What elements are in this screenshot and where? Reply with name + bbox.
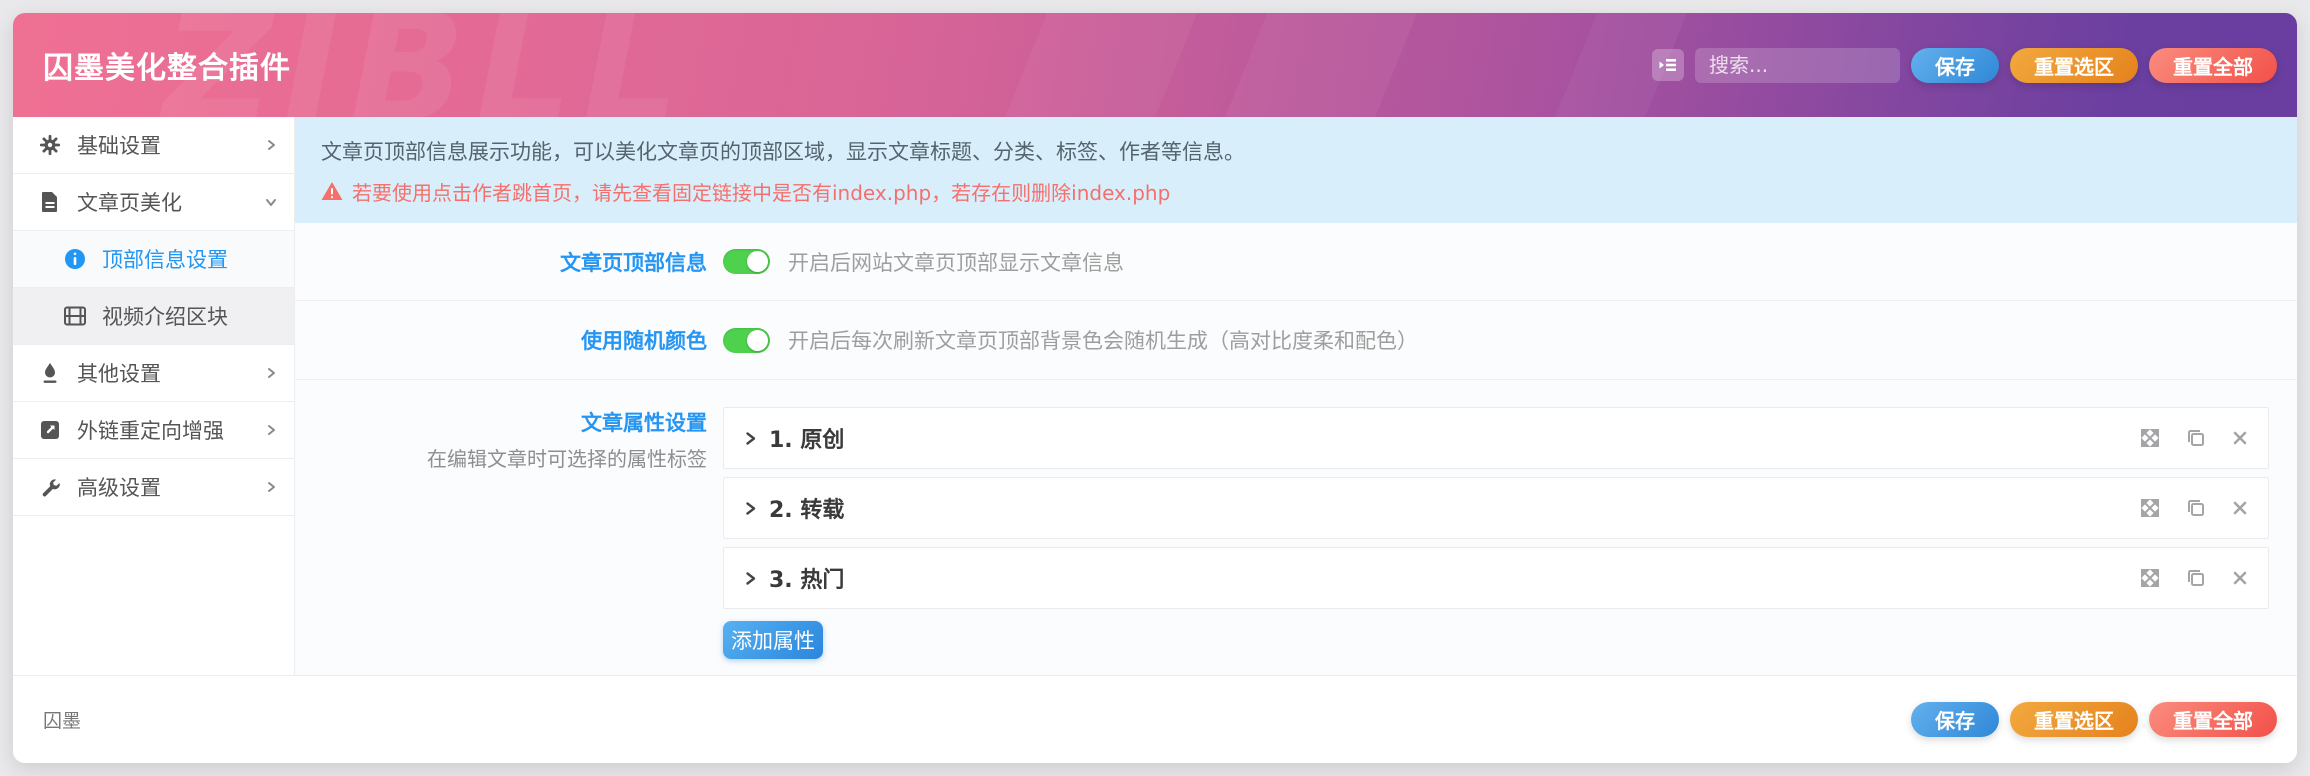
setting-sublabel: 在编辑文章时可选择的属性标签 — [295, 443, 707, 472]
sidebar-item-label: 其他设置 — [77, 358, 161, 388]
setting-row-random-color: 使用随机颜色 开启后每次刷新文章页顶部背景色会随机生成（高对比度柔和配色） — [295, 301, 2297, 380]
setting-label: 文章页顶部信息 — [295, 247, 707, 277]
save-button[interactable]: 保存 — [1911, 48, 1999, 83]
random-color-toggle[interactable] — [723, 328, 770, 353]
plugin-settings-window: ZIBLL 囚墨美化整合插件 保存 重置选区 重置全部 — [13, 13, 2297, 763]
setting-description: 开启后每次刷新文章页顶部背景色会随机生成（高对比度柔和配色） — [788, 325, 1418, 355]
setting-row-article-top-info: 文章页顶部信息 开启后网站文章页顶部显示文章信息 — [295, 223, 2297, 301]
footer-save-button[interactable]: 保存 — [1911, 702, 1999, 737]
sidebar-item-label: 高级设置 — [77, 472, 161, 502]
setting-label: 文章属性设置 在编辑文章时可选择的属性标签 — [295, 407, 707, 472]
reset-selection-button[interactable]: 重置选区 — [2010, 48, 2138, 83]
banner-info-text: 文章页顶部信息展示功能，可以美化文章页的顶部区域，显示文章标题、分类、标签、作者… — [321, 137, 2297, 169]
sidebar-item-label: 文章页美化 — [77, 187, 182, 217]
toggle-knob — [747, 330, 768, 351]
film-icon — [63, 306, 87, 326]
search-input[interactable] — [1695, 48, 1900, 83]
sidebar-item-basic-settings[interactable]: 基础设置 — [13, 117, 294, 174]
sidebar-item-label: 视频介绍区块 — [102, 301, 228, 331]
footer-brand: 囚墨 — [43, 706, 81, 733]
attribute-panel: 1. 原创 — [723, 407, 2269, 469]
toggle-knob — [747, 251, 768, 272]
attribute-panels: 1. 原创 — [723, 407, 2297, 659]
info-banner: 文章页顶部信息展示功能，可以美化文章页的顶部区域，显示文章标题、分类、标签、作者… — [295, 117, 2297, 223]
decor-stripe — [1211, 13, 1426, 117]
close-icon[interactable] — [2232, 430, 2248, 446]
add-attribute-button[interactable]: 添加属性 — [723, 621, 823, 659]
sidebar-item-top-info-settings[interactable]: 顶部信息设置 — [13, 231, 294, 288]
chevron-right-icon — [264, 423, 278, 437]
sidebar-item-video-intro-block[interactable]: 视频介绍区块 — [13, 288, 294, 345]
chevron-down-icon — [264, 195, 278, 209]
move-icon[interactable] — [2140, 568, 2160, 588]
gear-icon — [38, 134, 62, 156]
panel-title: 3. 热门 — [769, 562, 844, 594]
chevron-right-icon — [264, 366, 278, 380]
main-area: 基础设置 文章页美化 — [13, 117, 2297, 675]
page-title: 囚墨美化整合插件 — [43, 43, 291, 87]
info-icon — [63, 248, 87, 270]
content-spacer — [295, 659, 2297, 675]
close-icon[interactable] — [2232, 500, 2248, 516]
sidebar-item-article-page-beautify[interactable]: 文章页美化 — [13, 174, 294, 231]
wrench-icon — [38, 477, 62, 498]
decor-stripe — [991, 13, 1206, 117]
copy-icon[interactable] — [2186, 498, 2206, 518]
close-icon[interactable] — [2232, 570, 2248, 586]
settings-content: 文章页顶部信息展示功能，可以美化文章页的顶部区域，显示文章标题、分类、标签、作者… — [295, 117, 2297, 675]
chevron-right-icon — [744, 501, 757, 516]
file-icon — [38, 191, 62, 213]
attribute-panel: 3. 热门 — [723, 547, 2269, 609]
warning-icon — [321, 181, 343, 201]
move-icon[interactable] — [2140, 428, 2160, 448]
copy-icon[interactable] — [2186, 428, 2206, 448]
panel-title: 1. 原创 — [769, 422, 844, 454]
setting-row-article-attributes: 文章属性设置 在编辑文章时可选择的属性标签 1. 原创 — [295, 380, 2297, 659]
article-top-info-toggle[interactable] — [723, 249, 770, 274]
panel-toggle[interactable]: 3. 热门 — [744, 562, 844, 594]
move-icon[interactable] — [2140, 498, 2160, 518]
sidebar-item-label: 外链重定向增强 — [77, 415, 224, 445]
sidebar-item-label: 顶部信息设置 — [102, 244, 228, 274]
footer-reset-all-button[interactable]: 重置全部 — [2149, 702, 2277, 737]
footer-actions: 保存 重置选区 重置全部 — [1911, 702, 2277, 737]
banner-warning: 若要使用点击作者跳首页，请先查看固定链接中是否有index.php，若存在则删除… — [321, 177, 2297, 206]
indent-left-icon — [1658, 55, 1678, 75]
banner-warning-text: 若要使用点击作者跳首页，请先查看固定链接中是否有index.php，若存在则删除… — [352, 177, 1170, 206]
panel-toggle[interactable]: 2. 转载 — [744, 492, 844, 524]
panel-title: 2. 转载 — [769, 492, 844, 524]
header-actions: 保存 重置选区 重置全部 — [1652, 48, 2297, 83]
panel-toggle[interactable]: 1. 原创 — [744, 422, 844, 454]
reset-all-button[interactable]: 重置全部 — [2149, 48, 2277, 83]
chevron-right-icon — [744, 431, 757, 446]
sidebar-item-advanced-settings[interactable]: 高级设置 — [13, 459, 294, 516]
sidebar-item-label: 基础设置 — [77, 130, 161, 160]
chevron-right-icon — [264, 138, 278, 152]
sidebar-item-external-link-redirect[interactable]: 外链重定向增强 — [13, 402, 294, 459]
setting-label: 使用随机颜色 — [295, 325, 707, 355]
footer-reset-selection-button[interactable]: 重置选区 — [2010, 702, 2138, 737]
copy-icon[interactable] — [2186, 568, 2206, 588]
setting-description: 开启后网站文章页顶部显示文章信息 — [788, 247, 1124, 277]
chevron-right-icon — [264, 480, 278, 494]
header: ZIBLL 囚墨美化整合插件 保存 重置选区 重置全部 — [13, 13, 2297, 117]
attribute-panel: 2. 转载 — [723, 477, 2269, 539]
sidebar: 基础设置 文章页美化 — [13, 117, 295, 675]
external-link-icon — [38, 420, 62, 440]
chevron-right-icon — [744, 571, 757, 586]
footer: 囚墨 保存 重置选区 重置全部 — [13, 675, 2297, 763]
menu-collapse-button[interactable] — [1652, 49, 1684, 81]
sidebar-item-other-settings[interactable]: 其他设置 — [13, 345, 294, 402]
ink-icon — [38, 362, 62, 384]
